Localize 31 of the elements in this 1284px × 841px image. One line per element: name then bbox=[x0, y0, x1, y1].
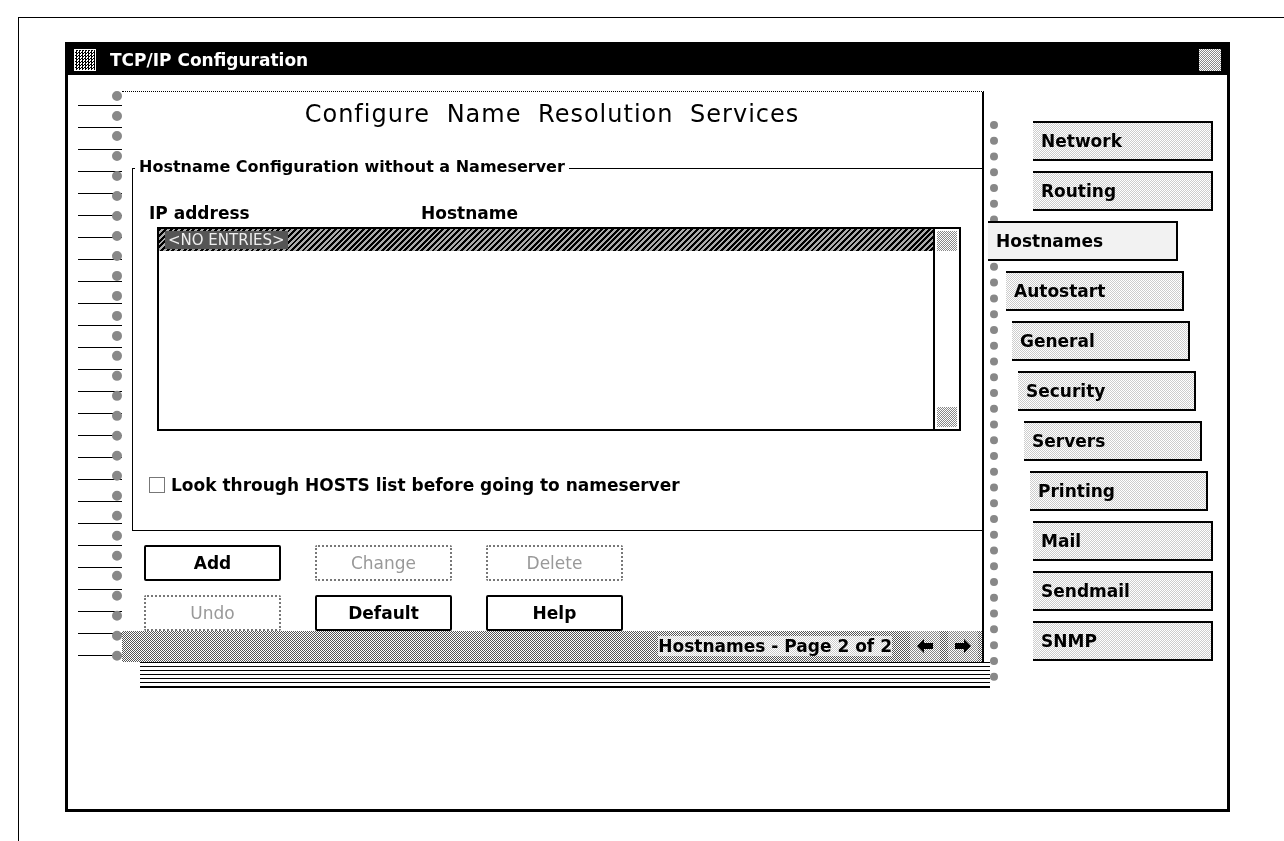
system-menu-icon[interactable] bbox=[74, 49, 96, 71]
checkbox-label: Look through HOSTS list before going to nameserver bbox=[171, 475, 680, 495]
notebook-tab[interactable]: General bbox=[1012, 321, 1190, 361]
notebook-tab[interactable]: Printing bbox=[1030, 471, 1208, 511]
previous-page-button[interactable] bbox=[910, 631, 940, 662]
hosts-list[interactable]: <NO ENTRIES> bbox=[157, 227, 961, 431]
scroll-down-button[interactable] bbox=[937, 407, 957, 427]
checkbox[interactable] bbox=[149, 477, 165, 493]
dialog-button[interactable]: Help bbox=[486, 594, 623, 631]
page-heading: Configure Name Resolution Services bbox=[303, 99, 801, 128]
page-status: Hostnames - Page 2 of 2 bbox=[658, 636, 892, 657]
notebook-tab[interactable]: Servers bbox=[1024, 421, 1202, 461]
group-title: Hostname Configuration without a Nameserver bbox=[135, 157, 569, 176]
notebook-tab[interactable]: Network bbox=[1033, 121, 1213, 161]
next-page-button[interactable] bbox=[948, 631, 978, 662]
scroll-up-button[interactable] bbox=[937, 231, 957, 251]
notebook-tab[interactable]: Sendmail bbox=[1033, 571, 1213, 611]
column-header: Hostname bbox=[421, 203, 518, 223]
window-title: TCP/IP Configuration bbox=[110, 50, 310, 70]
notebook-tab[interactable]: Autostart bbox=[1006, 271, 1184, 311]
window-button[interactable] bbox=[1199, 49, 1221, 71]
notebook-tab[interactable]: Hostnames bbox=[988, 221, 1178, 261]
scroll-bar[interactable] bbox=[933, 229, 959, 429]
notebook-tab[interactable]: SNMP bbox=[1033, 621, 1213, 661]
notebook-tab[interactable]: Security bbox=[1018, 371, 1196, 411]
column-header: IP address bbox=[149, 203, 251, 223]
list-row[interactable]: <NO ENTRIES> bbox=[159, 229, 933, 251]
notebook-tab[interactable]: Mail bbox=[1033, 521, 1213, 561]
dialog-button[interactable]: Default bbox=[315, 594, 452, 631]
dialog-button[interactable]: Add bbox=[144, 544, 281, 581]
notebook-tab[interactable]: Routing bbox=[1033, 171, 1213, 211]
